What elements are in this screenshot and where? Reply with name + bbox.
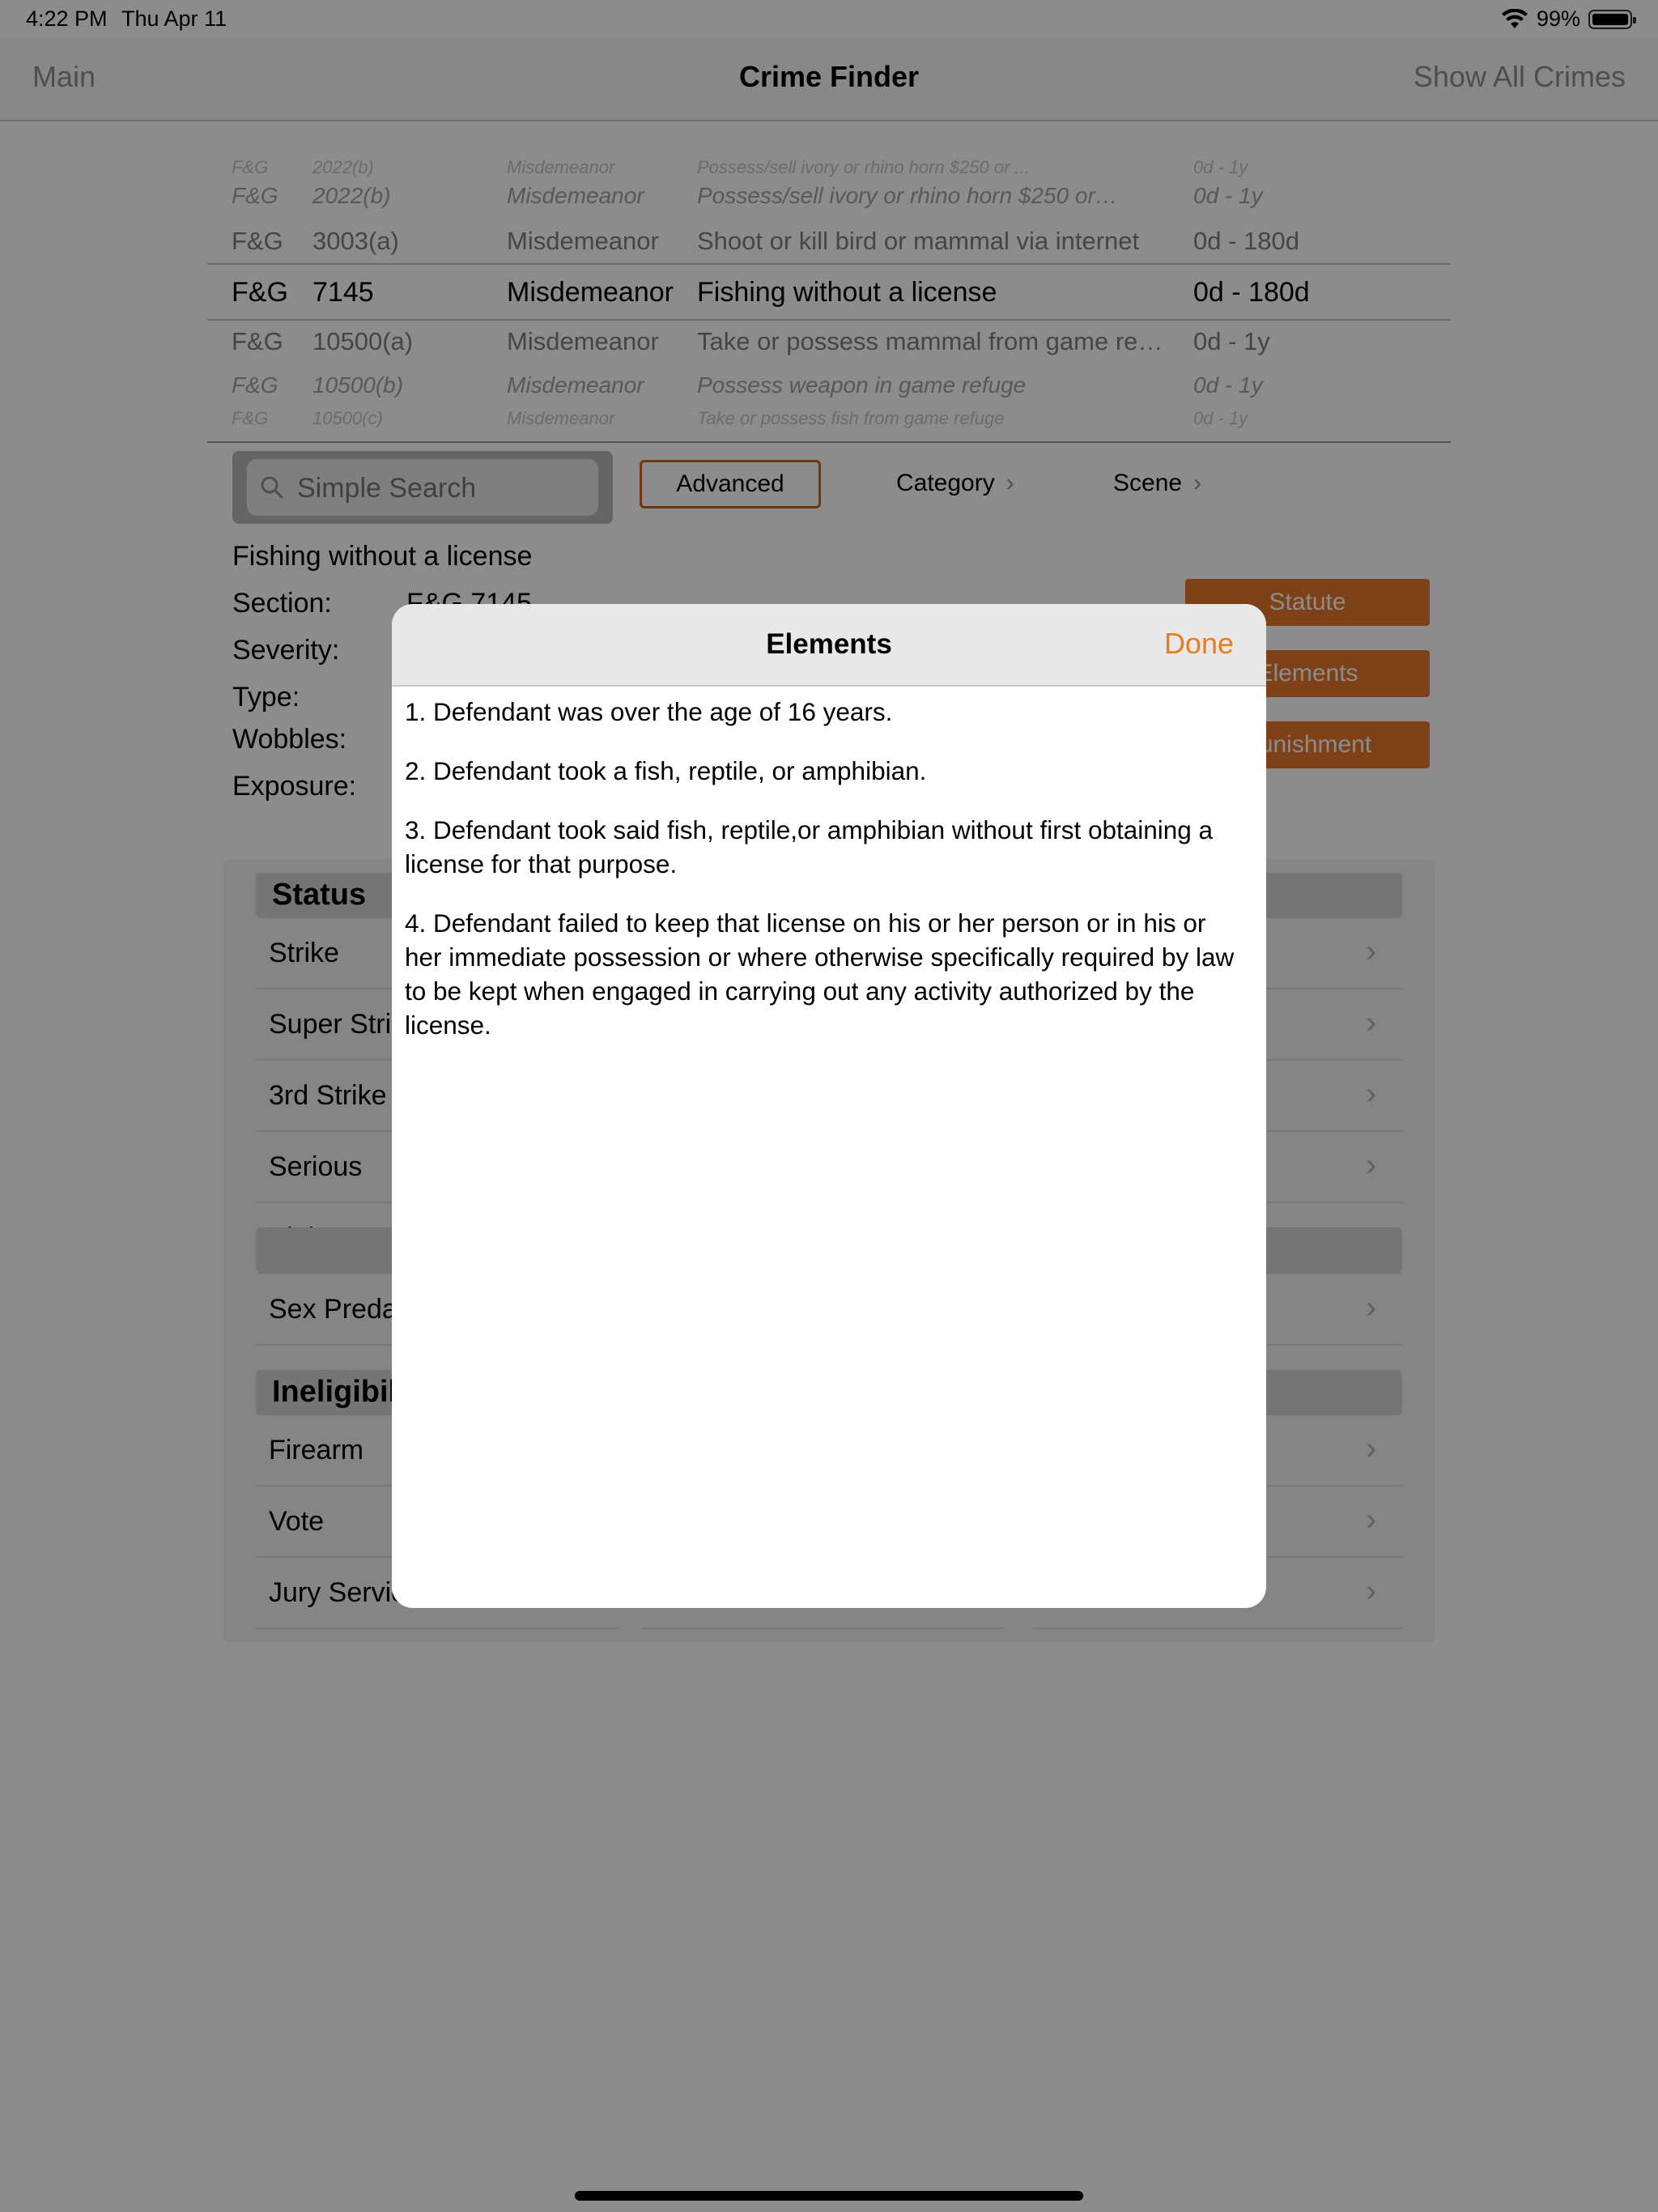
- app-root: 4:22 PM Thu Apr 11 99% Main Crime Finder…: [0, 0, 1658, 2212]
- modal-header: Elements Done: [392, 604, 1266, 687]
- elements-list: 1. Defendant was over the age of 16 year…: [405, 695, 1247, 1067]
- home-indicator[interactable]: [575, 2191, 1083, 2201]
- elements-modal: Elements Done 1. Defendant was over the …: [392, 604, 1266, 1608]
- element-item: 3. Defendant took said fish, reptile,or …: [405, 815, 1214, 878]
- done-button[interactable]: Done: [1164, 627, 1234, 661]
- modal-title: Elements: [766, 628, 892, 660]
- element-item: 1. Defendant was over the age of 16 year…: [405, 697, 893, 726]
- element-item: 2. Defendant took a fish, reptile, or am…: [405, 756, 927, 785]
- element-item: 4. Defendant failed to keep that license…: [405, 908, 1235, 1040]
